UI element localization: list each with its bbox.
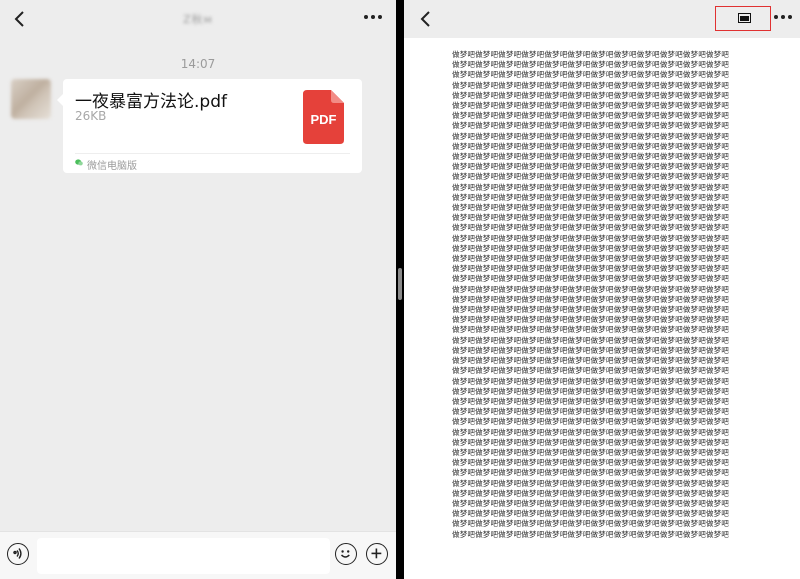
pdf-file-icon: PDF [303, 90, 344, 144]
document-text-line: 做梦吧做梦吧做梦吧做梦吧做梦吧做梦吧做梦吧做梦吧做梦吧做梦吧做梦吧做梦吧 [452, 366, 729, 376]
document-text-line: 做梦吧做梦吧做梦吧做梦吧做梦吧做梦吧做梦吧做梦吧做梦吧做梦吧做梦吧做梦吧 [452, 152, 729, 162]
document-text-line: 做梦吧做梦吧做梦吧做梦吧做梦吧做梦吧做梦吧做梦吧做梦吧做梦吧做梦吧做梦吧 [452, 325, 729, 335]
document-text-line: 做梦吧做梦吧做梦吧做梦吧做梦吧做梦吧做梦吧做梦吧做梦吧做梦吧做梦吧做梦吧 [452, 203, 729, 213]
document-text-line: 做梦吧做梦吧做梦吧做梦吧做梦吧做梦吧做梦吧做梦吧做梦吧做梦吧做梦吧做梦吧 [452, 264, 729, 274]
document-text-line: 做梦吧做梦吧做梦吧做梦吧做梦吧做梦吧做梦吧做梦吧做梦吧做梦吧做梦吧做梦吧 [452, 386, 729, 396]
document-text-line: 做梦吧做梦吧做梦吧做梦吧做梦吧做梦吧做梦吧做梦吧做梦吧做梦吧做梦吧做梦吧 [452, 294, 729, 304]
document-text-line: 做梦吧做梦吧做梦吧做梦吧做梦吧做梦吧做梦吧做梦吧做梦吧做梦吧做梦吧做梦吧 [452, 141, 729, 151]
document-text-line: 做梦吧做梦吧做梦吧做梦吧做梦吧做梦吧做梦吧做梦吧做梦吧做梦吧做梦吧做梦吧 [452, 223, 729, 233]
input-bar [0, 531, 396, 579]
document-text-line: 做梦吧做梦吧做梦吧做梦吧做梦吧做梦吧做梦吧做梦吧做梦吧做梦吧做梦吧做梦吧 [452, 447, 729, 457]
document-text-line: 做梦吧做梦吧做梦吧做梦吧做梦吧做梦吧做梦吧做梦吧做梦吧做梦吧做梦吧做梦吧 [452, 488, 729, 498]
document-text-line: 做梦吧做梦吧做梦吧做梦吧做梦吧做梦吧做梦吧做梦吧做梦吧做梦吧做梦吧做梦吧 [452, 50, 729, 59]
document-text-line: 做梦吧做梦吧做梦吧做梦吧做梦吧做梦吧做梦吧做梦吧做梦吧做梦吧做梦吧做梦吧 [452, 529, 729, 539]
source-label: 微信电脑版 [87, 161, 137, 172]
document-text-line: 做梦吧做梦吧做梦吧做梦吧做梦吧做梦吧做梦吧做梦吧做梦吧做梦吧做梦吧做梦吧 [452, 335, 729, 345]
file-size: 26KB [75, 109, 107, 123]
plus-icon[interactable] [366, 543, 388, 565]
chat-header: Z秋ᴍ [0, 0, 396, 40]
document-text-line: 做梦吧做梦吧做梦吧做梦吧做梦吧做梦吧做梦吧做梦吧做梦吧做梦吧做梦吧做梦吧 [452, 233, 729, 243]
split-view-handle[interactable] [398, 268, 402, 300]
document-text-line: 做梦吧做梦吧做梦吧做梦吧做梦吧做梦吧做梦吧做梦吧做梦吧做梦吧做梦吧做梦吧 [452, 80, 729, 90]
card-divider [75, 153, 350, 154]
wechat-pc-icon [75, 159, 83, 166]
document-text-line: 做梦吧做梦吧做梦吧做梦吧做梦吧做梦吧做梦吧做梦吧做梦吧做梦吧做梦吧做梦吧 [452, 345, 729, 355]
window-mode-icon [738, 13, 751, 23]
document-text-line: 做梦吧做梦吧做梦吧做梦吧做梦吧做梦吧做梦吧做梦吧做梦吧做梦吧做梦吧做梦吧 [452, 60, 729, 70]
document-text-line: 做梦吧做梦吧做梦吧做梦吧做梦吧做梦吧做梦吧做梦吧做梦吧做梦吧做梦吧做梦吧 [452, 305, 729, 315]
document-text-line: 做梦吧做梦吧做梦吧做梦吧做梦吧做梦吧做梦吧做梦吧做梦吧做梦吧做梦吧做梦吧 [452, 315, 729, 325]
document-text-line: 做梦吧做梦吧做梦吧做梦吧做梦吧做梦吧做梦吧做梦吧做梦吧做梦吧做梦吧做梦吧 [452, 519, 729, 529]
chat-panel: Z秋ᴍ 14:07 一夜暴富方法论.pdf 26KB PDF 微信电脑版 [0, 0, 396, 579]
document-text-line: 做梦吧做梦吧做梦吧做梦吧做梦吧做梦吧做梦吧做梦吧做梦吧做梦吧做梦吧做梦吧 [452, 254, 729, 264]
message-timestamp: 14:07 [180, 57, 216, 71]
pdf-document-content[interactable]: 做梦吧做梦吧做梦吧做梦吧做梦吧做梦吧做梦吧做梦吧做梦吧做梦吧做梦吧做梦吧 做梦吧做… [452, 50, 752, 542]
document-text-line: 做梦吧做梦吧做梦吧做梦吧做梦吧做梦吧做梦吧做梦吧做梦吧做梦吧做梦吧做梦吧 [452, 427, 729, 437]
voice-icon[interactable] [7, 543, 29, 565]
back-chevron-icon[interactable] [418, 10, 434, 28]
document-text-line: 做梦吧做梦吧做梦吧做梦吧做梦吧做梦吧做梦吧做梦吧做梦吧做梦吧做梦吧做梦吧 [452, 468, 729, 478]
emoji-icon[interactable] [335, 543, 357, 565]
document-text-line: 做梦吧做梦吧做梦吧做梦吧做梦吧做梦吧做梦吧做梦吧做梦吧做梦吧做梦吧做梦吧 [452, 284, 729, 294]
document-text-line: 做梦吧做梦吧做梦吧做梦吧做梦吧做梦吧做梦吧做梦吧做梦吧做梦吧做梦吧做梦吧 [452, 356, 729, 366]
avatar[interactable] [11, 79, 51, 119]
document-text-line: 做梦吧做梦吧做梦吧做梦吧做梦吧做梦吧做梦吧做梦吧做梦吧做梦吧做梦吧做梦吧 [452, 407, 729, 417]
window-mode-button[interactable] [715, 6, 771, 31]
pdf-badge-label: PDF [310, 112, 337, 127]
more-dots-icon[interactable] [361, 15, 382, 19]
document-text-line: 做梦吧做梦吧做梦吧做梦吧做梦吧做梦吧做梦吧做梦吧做梦吧做梦吧做梦吧做梦吧 [452, 101, 729, 111]
file-viewer-panel: 做梦吧做梦吧做梦吧做梦吧做梦吧做梦吧做梦吧做梦吧做梦吧做梦吧做梦吧做梦吧 做梦吧做… [404, 0, 800, 579]
document-text-line: 做梦吧做梦吧做梦吧做梦吧做梦吧做梦吧做梦吧做梦吧做梦吧做梦吧做梦吧做梦吧 [452, 396, 729, 406]
document-text-line: 做梦吧做梦吧做梦吧做梦吧做梦吧做梦吧做梦吧做梦吧做梦吧做梦吧做梦吧做梦吧 [452, 121, 729, 131]
document-text-line: 做梦吧做梦吧做梦吧做梦吧做梦吧做梦吧做梦吧做梦吧做梦吧做梦吧做梦吧做梦吧 [452, 182, 729, 192]
document-text-line: 做梦吧做梦吧做梦吧做梦吧做梦吧做梦吧做梦吧做梦吧做梦吧做梦吧做梦吧做梦吧 [452, 213, 729, 223]
document-text-line: 做梦吧做梦吧做梦吧做梦吧做梦吧做梦吧做梦吧做梦吧做梦吧做梦吧做梦吧做梦吧 [452, 437, 729, 447]
document-text-line: 做梦吧做梦吧做梦吧做梦吧做梦吧做梦吧做梦吧做梦吧做梦吧做梦吧做梦吧做梦吧 [452, 274, 729, 284]
document-text-line: 做梦吧做梦吧做梦吧做梦吧做梦吧做梦吧做梦吧做梦吧做梦吧做梦吧做梦吧做梦吧 [452, 111, 729, 121]
more-dots-icon[interactable] [771, 15, 792, 19]
document-text-line: 做梦吧做梦吧做梦吧做梦吧做梦吧做梦吧做梦吧做梦吧做梦吧做梦吧做梦吧做梦吧 [452, 162, 729, 172]
chat-title: Z秋ᴍ [183, 13, 213, 26]
document-text-line: 做梦吧做梦吧做梦吧做梦吧做梦吧做梦吧做梦吧做梦吧做梦吧做梦吧做梦吧做梦吧 [452, 192, 729, 202]
file-message-card[interactable]: 一夜暴富方法论.pdf 26KB PDF 微信电脑版 [57, 79, 362, 173]
document-text-line: 做梦吧做梦吧做梦吧做梦吧做梦吧做梦吧做梦吧做梦吧做梦吧做梦吧做梦吧做梦吧 [452, 376, 729, 386]
document-text-line: 做梦吧做梦吧做梦吧做梦吧做梦吧做梦吧做梦吧做梦吧做梦吧做梦吧做梦吧做梦吧 [452, 498, 729, 508]
document-text-line: 做梦吧做梦吧做梦吧做梦吧做梦吧做梦吧做梦吧做梦吧做梦吧做梦吧做梦吧做梦吧 [452, 509, 729, 519]
document-text-line: 做梦吧做梦吧做梦吧做梦吧做梦吧做梦吧做梦吧做梦吧做梦吧做梦吧做梦吧做梦吧 [452, 90, 729, 100]
document-text-line: 做梦吧做梦吧做梦吧做梦吧做梦吧做梦吧做梦吧做梦吧做梦吧做梦吧做梦吧做梦吧 [452, 131, 729, 141]
viewer-header [404, 0, 800, 38]
document-text-line: 做梦吧做梦吧做梦吧做梦吧做梦吧做梦吧做梦吧做梦吧做梦吧做梦吧做梦吧做梦吧 [452, 243, 729, 253]
document-text-line: 做梦吧做梦吧做梦吧做梦吧做梦吧做梦吧做梦吧做梦吧做梦吧做梦吧做梦吧做梦吧 [452, 458, 729, 468]
document-text-line: 做梦吧做梦吧做梦吧做梦吧做梦吧做梦吧做梦吧做梦吧做梦吧做梦吧做梦吧做梦吧 [452, 417, 729, 427]
document-text-line: 做梦吧做梦吧做梦吧做梦吧做梦吧做梦吧做梦吧做梦吧做梦吧做梦吧做梦吧做梦吧 [452, 172, 729, 182]
message-input[interactable] [37, 538, 330, 574]
document-text-line: 做梦吧做梦吧做梦吧做梦吧做梦吧做梦吧做梦吧做梦吧做梦吧做梦吧做梦吧做梦吧 [452, 70, 729, 80]
document-text-line: 做梦吧做梦吧做梦吧做梦吧做梦吧做梦吧做梦吧做梦吧做梦吧做梦吧做梦吧做梦吧 [452, 478, 729, 488]
